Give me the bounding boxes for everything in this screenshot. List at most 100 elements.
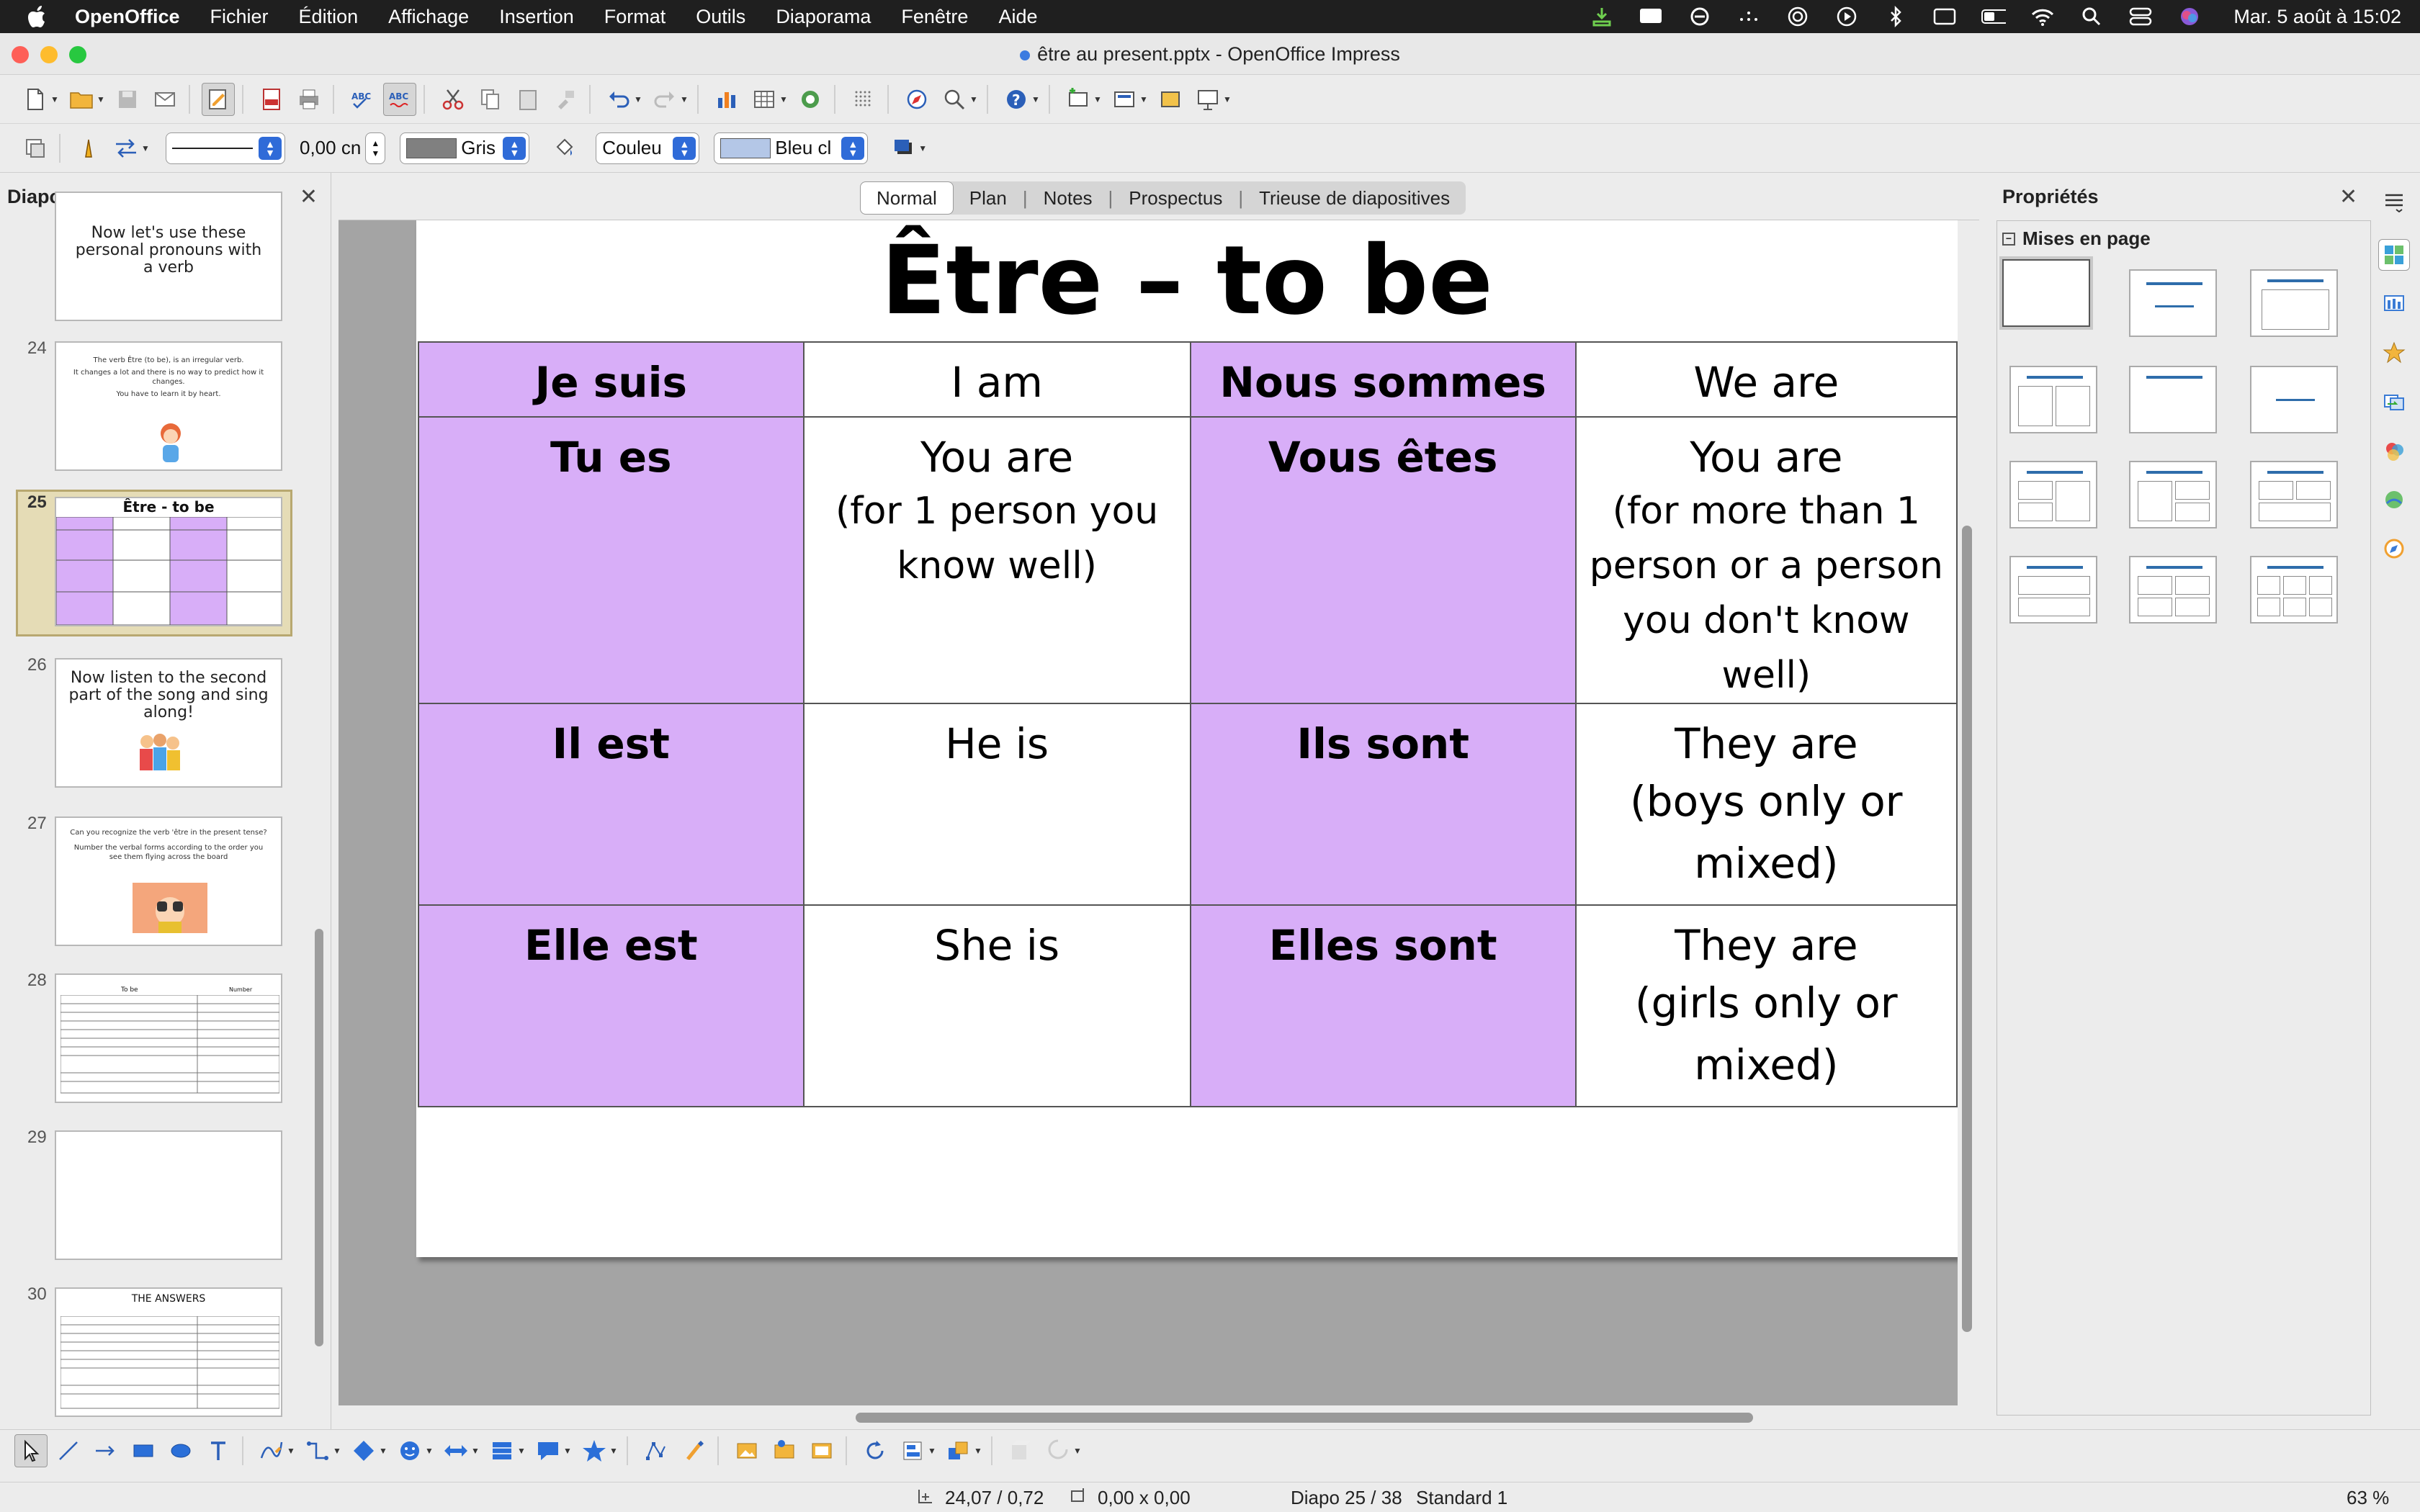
screen-share-icon[interactable] xyxy=(1639,6,1663,27)
table-cell-english[interactable]: You are (for 1 person you know well) xyxy=(802,416,1191,704)
close-icon[interactable]: ✕ xyxy=(2339,184,2357,210)
rotate-icon[interactable] xyxy=(859,1434,892,1467)
control-center-icon[interactable] xyxy=(2128,6,2153,27)
slideshow-icon[interactable] xyxy=(1191,83,1224,116)
chevron-down-icon[interactable]: ▼ xyxy=(287,1446,297,1456)
navigator-deck-icon[interactable] xyxy=(2378,533,2410,564)
menu-diaporama[interactable]: Diaporama xyxy=(776,6,871,28)
master-page-name[interactable]: Standard 1 xyxy=(1416,1487,1507,1509)
table-cell-french[interactable]: Nous sommes xyxy=(1189,341,1577,418)
layout-title-2-content-split[interactable] xyxy=(2009,461,2097,528)
sidebar-menu-icon[interactable] xyxy=(2378,186,2410,217)
chevron-down-icon[interactable]: ▼ xyxy=(779,94,789,104)
fill-color-select[interactable]: Bleu cl ▲ ▼ xyxy=(714,132,869,164)
focus-icon[interactable] xyxy=(1688,6,1712,27)
chevron-down-icon[interactable]: ▼ xyxy=(1093,94,1103,104)
layout-title-content-over-content[interactable] xyxy=(2009,556,2097,624)
bluetooth-icon[interactable] xyxy=(1883,6,1908,27)
table-icon[interactable] xyxy=(748,83,781,116)
toggle-extrusion-icon[interactable] xyxy=(1041,1434,1075,1467)
airdrop-icon[interactable] xyxy=(1785,6,1810,27)
wifi-icon[interactable] xyxy=(2030,6,2055,27)
menu-outils[interactable]: Outils xyxy=(696,6,745,28)
line-icon[interactable] xyxy=(72,132,105,165)
slide-title[interactable]: Être – to be xyxy=(416,220,1958,341)
layout-title-content[interactable] xyxy=(2250,269,2338,337)
navigator-icon[interactable] xyxy=(794,83,827,116)
styles-deck-icon[interactable] xyxy=(2378,435,2410,467)
chevron-down-icon[interactable]: ▼ xyxy=(517,1446,527,1456)
dots-icon[interactable] xyxy=(1736,6,1761,27)
auto-spellcheck-icon[interactable]: ABC xyxy=(383,82,416,116)
slide-thumbnail-23[interactable]: Now let's use these personal pronouns wi… xyxy=(0,192,302,321)
arrange-icon[interactable] xyxy=(942,1434,975,1467)
layout-title-6-content[interactable] xyxy=(2250,556,2338,624)
callouts-icon[interactable] xyxy=(532,1434,565,1467)
overflow-icon[interactable]: ▼ xyxy=(1223,94,1233,104)
email-icon[interactable] xyxy=(148,83,182,116)
conjugation-table[interactable]: Je suis I am Nous sommes We are Tu es Yo… xyxy=(418,341,1958,1107)
rectangle-tool-icon[interactable] xyxy=(127,1434,160,1467)
table-cell-english[interactable]: She is xyxy=(802,904,1191,1107)
slide-thumbnail-26[interactable]: 26 Now listen to the second part of the … xyxy=(0,655,302,799)
redo-icon[interactable] xyxy=(648,83,681,116)
tab-prospectus[interactable]: Prospectus xyxy=(1113,181,1238,215)
chevron-down-icon[interactable]: ▼ xyxy=(97,94,107,104)
spinner-icon[interactable]: ▲ ▼ xyxy=(365,132,386,164)
chevron-down-icon[interactable]: ▼ xyxy=(609,1446,619,1456)
play-icon[interactable] xyxy=(1834,6,1859,27)
chevron-down-icon[interactable]: ▼ xyxy=(974,1446,984,1456)
gallery-icon[interactable] xyxy=(2378,484,2410,516)
slide-design-icon[interactable] xyxy=(1154,83,1187,116)
new-document-icon[interactable] xyxy=(19,83,52,116)
horizontal-scrollbar[interactable] xyxy=(856,1413,1753,1423)
tab-plan[interactable]: Plan xyxy=(954,181,1023,215)
glue-points-icon[interactable] xyxy=(677,1434,710,1467)
slide-thumbnail-29[interactable]: 29 xyxy=(0,1128,302,1264)
table-cell-english[interactable]: We are xyxy=(1574,341,1958,418)
chevron-down-icon[interactable]: ▼ xyxy=(969,94,980,104)
table-cell-french[interactable]: Ils sont xyxy=(1189,703,1577,906)
curve-tool-icon[interactable] xyxy=(255,1434,288,1467)
chevron-down-icon[interactable]: ▼ xyxy=(680,94,690,104)
chevron-down-icon[interactable]: ▼ xyxy=(471,1446,481,1456)
table-cell-english[interactable]: They are (boys only or mixed) xyxy=(1574,703,1958,906)
area-style-select[interactable]: Couleu ▲ ▼ xyxy=(596,132,700,164)
vertical-scrollbar[interactable] xyxy=(1962,526,1972,1332)
styles-icon[interactable] xyxy=(19,132,52,165)
zoom-icon[interactable] xyxy=(938,83,971,116)
custom-animation-icon[interactable] xyxy=(2378,337,2410,369)
table-cell-english[interactable]: They are (girls only or mixed) xyxy=(1574,904,1958,1107)
spellcheck-icon[interactable]: ABC xyxy=(346,83,379,116)
stars-icon[interactable] xyxy=(578,1434,611,1467)
chevron-down-icon[interactable]: ▼ xyxy=(141,143,151,153)
keyboard-icon[interactable] xyxy=(1932,6,1957,27)
overflow-icon[interactable]: ▼ xyxy=(1073,1446,1083,1456)
undo-icon[interactable] xyxy=(602,83,635,116)
open-folder-icon[interactable] xyxy=(65,83,98,116)
table-cell-french[interactable]: Tu es xyxy=(418,416,805,704)
chevron-down-icon[interactable]: ▼ xyxy=(1139,94,1150,104)
menu-insertion[interactable]: Insertion xyxy=(499,6,574,28)
line-tool-icon[interactable] xyxy=(52,1434,85,1467)
slide-layout-icon[interactable] xyxy=(1108,83,1141,116)
menu-aide[interactable]: Aide xyxy=(998,6,1037,28)
overflow-icon[interactable]: ▼ xyxy=(1031,94,1041,104)
layout-blank[interactable] xyxy=(2002,259,2090,327)
siri-icon[interactable] xyxy=(2177,6,2202,27)
menu-affichage[interactable]: Affichage xyxy=(388,6,469,28)
app-menu[interactable]: OpenOffice xyxy=(75,6,180,28)
cut-icon[interactable] xyxy=(436,83,470,116)
menu-edition[interactable]: Édition xyxy=(299,6,359,28)
apple-icon[interactable] xyxy=(26,4,50,29)
insert-slide-icon[interactable] xyxy=(1062,83,1095,116)
layout-title-2-content-over[interactable] xyxy=(2250,461,2338,528)
menu-fenetre[interactable]: Fenêtre xyxy=(901,6,968,28)
slide-thumbnail-28[interactable]: 28 To be Number xyxy=(0,971,302,1107)
slide-thumbnail-25[interactable]: 25 Être - to be xyxy=(0,490,302,641)
help-icon[interactable]: ? xyxy=(1000,83,1033,116)
table-cell-english[interactable]: I am xyxy=(802,341,1191,418)
edit-mode-icon[interactable] xyxy=(202,82,235,116)
slide-canvas[interactable]: Être – to be Je suis I am Nous sommes We… xyxy=(416,220,1958,1257)
layout-title-content-2-content[interactable] xyxy=(2129,461,2217,528)
